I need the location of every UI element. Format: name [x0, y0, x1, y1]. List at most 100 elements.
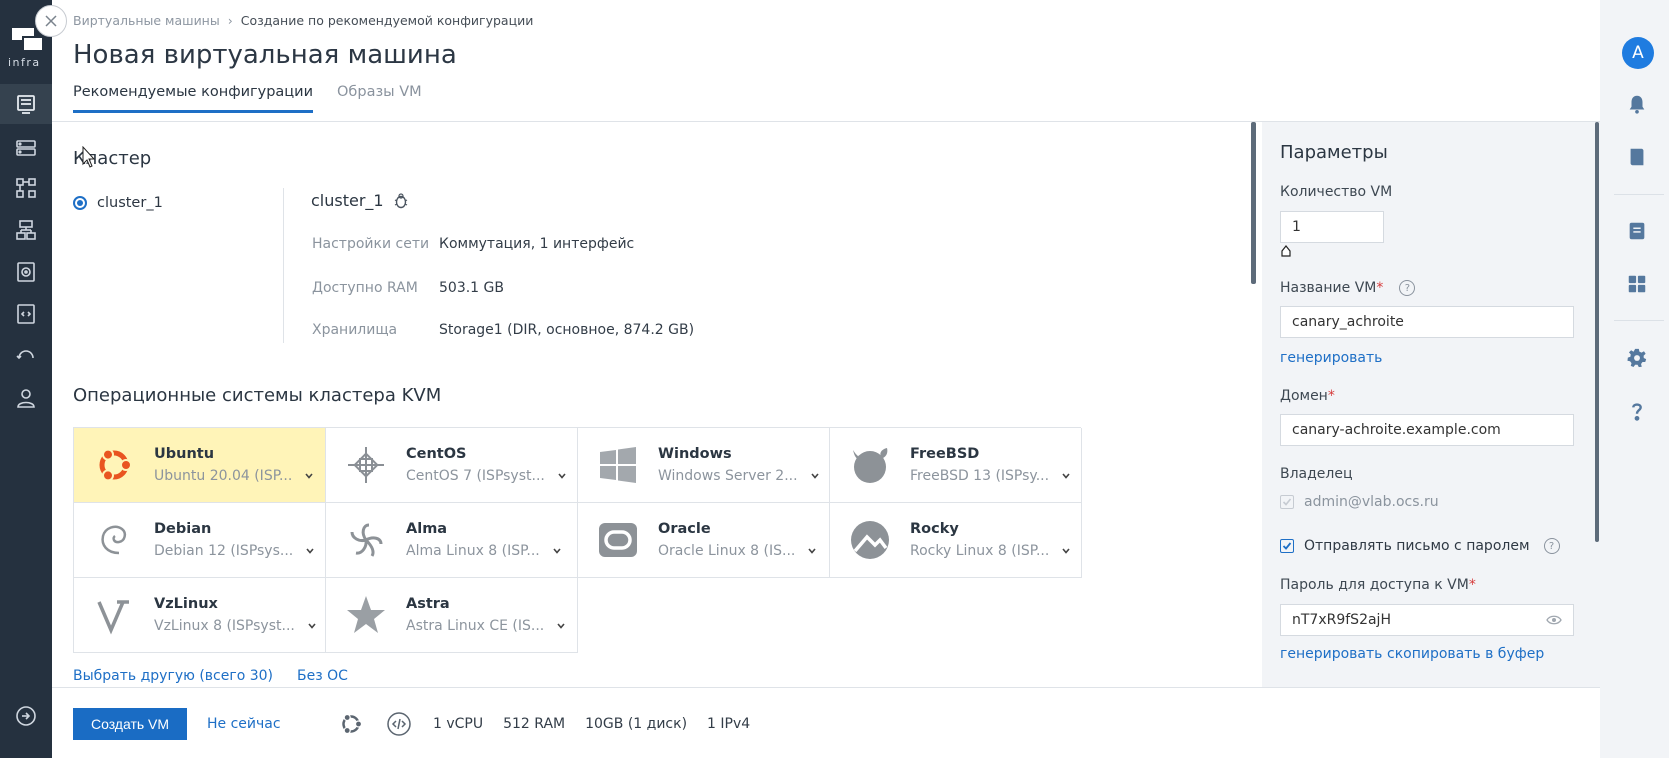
send-mail-checkbox[interactable] — [1280, 539, 1294, 553]
help-icon[interactable]: ? — [1543, 538, 1560, 554]
help-icon[interactable]: ? — [1399, 280, 1416, 296]
os-version-select[interactable]: Rocky Linux 8 (ISP... — [910, 543, 1071, 559]
config-summary: 1 vCPU 512 RAM 10GB (1 диск) 1 IPv4 — [337, 708, 750, 740]
windows-icon — [596, 443, 640, 487]
logo-text: infra — [8, 56, 41, 69]
cluster-option-label: cluster_1 — [97, 195, 163, 211]
os-card-oracle[interactable]: Oracle Oracle Linux 8 (IS... — [578, 503, 830, 578]
alma-icon — [344, 518, 388, 562]
astra-icon — [344, 593, 388, 637]
users-icon[interactable] — [0, 378, 52, 418]
mouse-cursor-icon — [82, 146, 96, 168]
send-password-email[interactable]: Отправлять письмо с паролем ? — [1280, 538, 1560, 554]
scripts-icon[interactable] — [0, 294, 52, 334]
os-version-select[interactable]: Alma Linux 8 (ISP... — [406, 543, 562, 559]
owner-value: admin@vlab.ocs.ru — [1304, 494, 1439, 510]
breadcrumb-parent[interactable]: Виртуальные машины — [73, 13, 220, 28]
password-input[interactable]: nT7xR9fS2ajH — [1280, 604, 1574, 636]
os-card-astra[interactable]: Astra Astra Linux CE (IS... — [326, 578, 578, 653]
os-card-alma[interactable]: Alma Alma Linux 8 (ISP... — [326, 503, 578, 578]
os-version-select[interactable]: CentOS 7 (ISPsyst... — [406, 468, 567, 484]
vm-name-input[interactable]: canary_achroite — [1280, 306, 1574, 338]
ubuntu-icon — [92, 443, 136, 487]
cluster-detail-network: Настройки сети Коммутация, 1 интерфейс — [312, 236, 634, 252]
os-name: Astra — [406, 596, 450, 612]
os-card-centos[interactable]: CentOS CentOS 7 (ISPsyst... — [326, 428, 578, 503]
os-version-select[interactable]: Oracle Linux 8 (IS... — [658, 543, 817, 559]
images-icon[interactable] — [0, 252, 52, 292]
vm-name-label: Название VM* ? — [1280, 280, 1416, 296]
footer-bar: Создать VM Не сейчас 1 vCPU 512 RAM 10GB… — [52, 687, 1600, 758]
os-version-select[interactable]: Astra Linux CE (IS... — [406, 618, 566, 634]
not-now-link[interactable]: Не сейчас — [207, 716, 281, 732]
detail-key: Настройки сети — [312, 236, 430, 252]
create-vm-button[interactable]: Создать VM — [73, 708, 187, 740]
help-question-icon[interactable] — [1622, 396, 1652, 426]
gear-icon[interactable] — [1622, 343, 1652, 373]
os-card-freebsd[interactable]: FreeBSD FreeBSD 13 (ISPsy... — [830, 428, 1082, 503]
os-name: Windows — [658, 446, 732, 462]
params-panel: Параметры Количество VM 1 Название VM* ?… — [1262, 122, 1600, 689]
password-label: Пароль для доступа к VM* — [1280, 577, 1476, 593]
close-button[interactable] — [35, 5, 67, 37]
radio-selected[interactable] — [73, 196, 87, 210]
required-mark: * — [1468, 577, 1476, 593]
choose-other-os-link[interactable]: Выбрать другую (всего 30) — [73, 668, 273, 684]
os-version: VzLinux 8 (ISPsyst... — [154, 618, 295, 634]
eye-icon[interactable] — [1546, 614, 1562, 626]
right-sidebar-divider — [1614, 320, 1664, 321]
generate-name-link[interactable]: генерировать — [1280, 350, 1382, 366]
summary-cpu: 1 vCPU — [433, 716, 484, 732]
os-card-windows[interactable]: Windows Windows Server 2... — [578, 428, 830, 503]
kvm-bug-icon — [394, 192, 407, 208]
required-mark: * — [1376, 280, 1384, 296]
password-value: nT7xR9fS2ajH — [1292, 612, 1391, 628]
os-version: Windows Server 2... — [658, 468, 798, 484]
infra-logo[interactable]: infra — [8, 28, 46, 72]
domain-input[interactable]: canary-achroite.example.com — [1280, 414, 1574, 446]
required-mark: * — [1327, 388, 1335, 404]
backup-icon[interactable] — [0, 336, 52, 376]
vms-icon[interactable] — [0, 84, 52, 124]
app-root: infra Виртуальные машины › Создание по р… — [0, 0, 1669, 758]
bell-icon[interactable] — [1622, 89, 1652, 119]
cluster-radio-option[interactable]: cluster_1 — [73, 195, 163, 211]
tab-vm-images[interactable]: Образы VM — [337, 84, 422, 113]
chevron-down-icon — [553, 548, 561, 554]
network-icon[interactable] — [0, 168, 52, 208]
chevron-down-icon — [558, 473, 566, 479]
book-icon[interactable] — [1622, 142, 1652, 172]
copy-to-clipboard-link[interactable]: скопировать в буфер — [1387, 646, 1544, 662]
os-section-title: Операционные системы кластера KVM — [73, 385, 442, 406]
cluster-icon[interactable] — [0, 210, 52, 250]
params-scrollbar[interactable] — [1595, 122, 1599, 542]
main-scrollbar[interactable] — [1251, 122, 1256, 284]
dashboard-icon[interactable] — [1622, 269, 1652, 299]
generate-password-link[interactable]: генерировать — [1280, 646, 1382, 662]
chevron-down-icon — [308, 623, 316, 629]
vzlinux-icon — [92, 593, 136, 637]
os-card-ubuntu[interactable]: Ubuntu Ubuntu 20.04 (ISP... — [74, 428, 326, 503]
os-name: CentOS — [406, 446, 467, 462]
os-version-select[interactable]: FreeBSD 13 (ISPsy... — [910, 468, 1071, 484]
os-name: Oracle — [658, 521, 711, 537]
os-version-select[interactable]: Debian 12 (ISPsys... — [154, 543, 315, 559]
user-avatar[interactable]: A — [1622, 37, 1654, 69]
collapse-sidebar-icon[interactable] — [0, 696, 52, 736]
summary-disk: 10GB (1 диск) — [585, 716, 688, 732]
os-version-select[interactable]: VzLinux 8 (ISPsyst... — [154, 618, 317, 634]
tab-recommended[interactable]: Рекомендуемые конфигурации — [73, 84, 314, 113]
os-name: VzLinux — [154, 596, 218, 612]
os-card-rocky[interactable]: Rocky Rocky Linux 8 (ISP... — [830, 503, 1082, 578]
servers-icon[interactable] — [0, 128, 52, 168]
os-version: FreeBSD 13 (ISPsy... — [910, 468, 1050, 484]
list-icon[interactable] — [1622, 216, 1652, 246]
vm-count-input[interactable]: 1 — [1280, 211, 1384, 243]
os-grid: Ubuntu Ubuntu 20.04 (ISP... CentOS CentO… — [73, 427, 1082, 653]
os-version-select[interactable]: Windows Server 2... — [658, 468, 820, 484]
no-os-link[interactable]: Без ОС — [297, 668, 348, 684]
os-version: Rocky Linux 8 (ISP... — [910, 543, 1050, 559]
os-card-vzlinux[interactable]: VzLinux VzLinux 8 (ISPsyst... — [74, 578, 326, 653]
os-version-select[interactable]: Ubuntu 20.04 (ISP... — [154, 468, 314, 484]
os-card-debian[interactable]: Debian Debian 12 (ISPsys... — [74, 503, 326, 578]
